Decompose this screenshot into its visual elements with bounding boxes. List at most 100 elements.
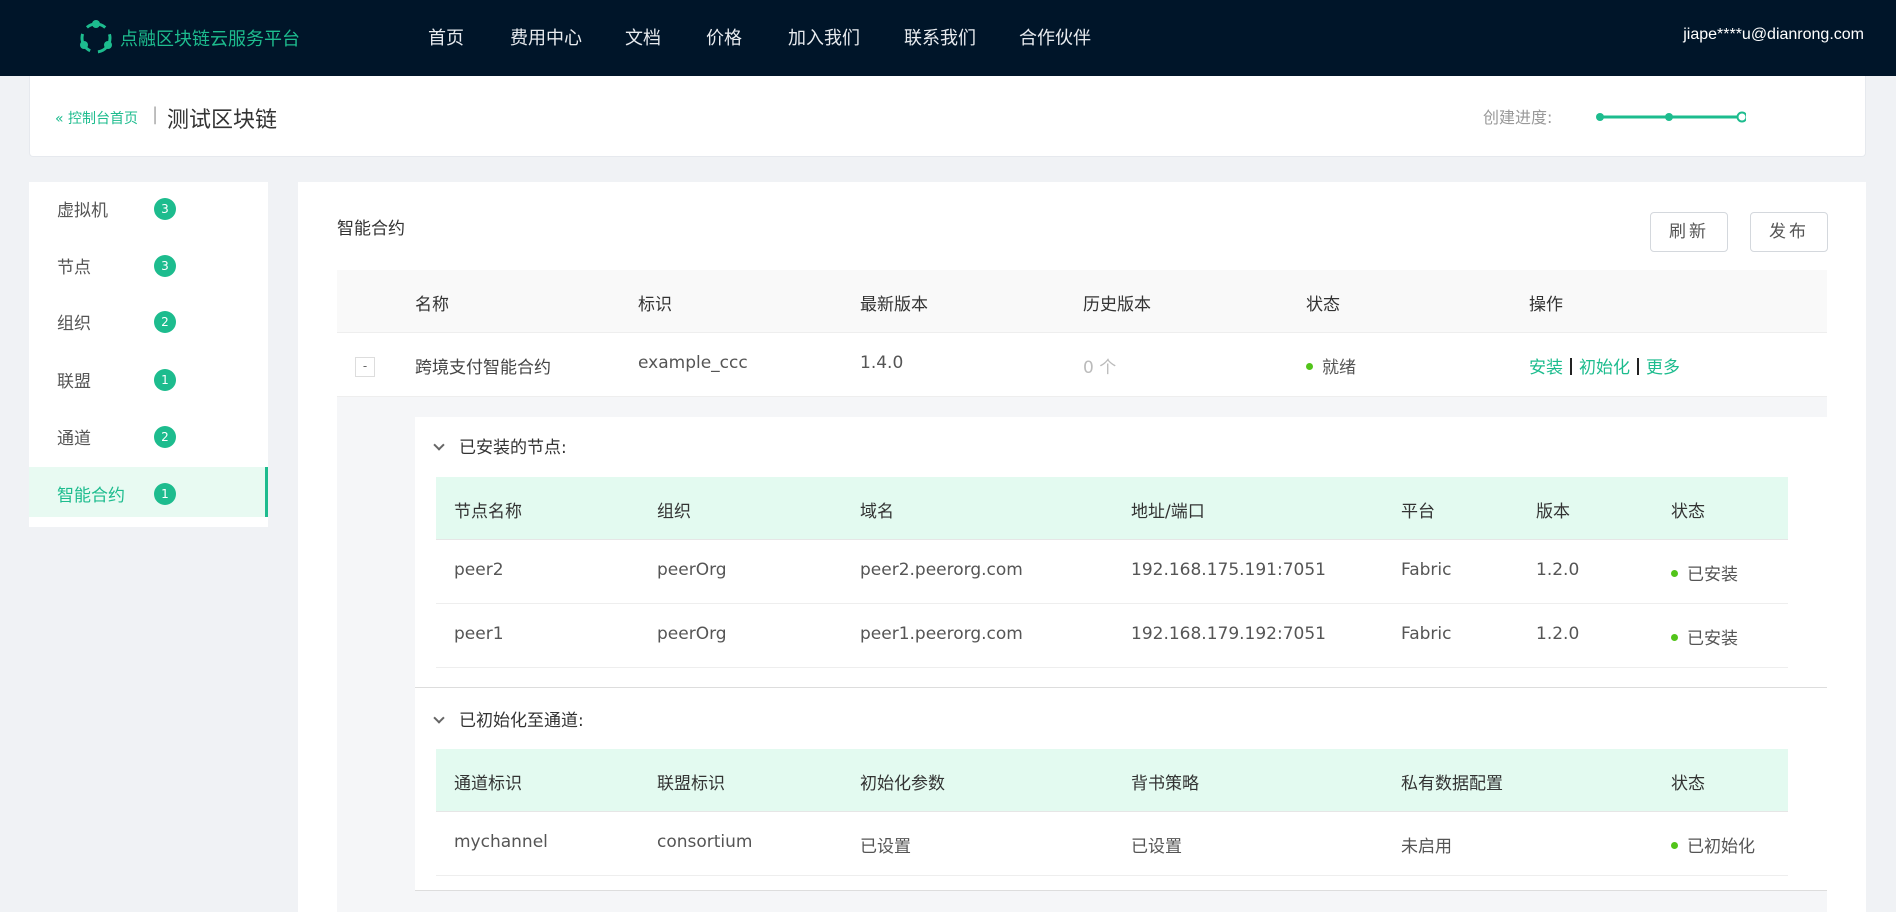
actions: 安装 初始化 更多: [1529, 353, 1680, 378]
status-text: 已安装: [1687, 629, 1738, 649]
table-row: - 跨境支付智能合约 example_ccc 1.4.0 0 个 就绪 安装 初始…: [337, 333, 1827, 397]
page-title: 测试区块链: [167, 108, 278, 133]
brand-name: 点融区块链云服务平台: [120, 29, 300, 50]
status-dot: [1306, 362, 1313, 370]
publish-button[interactable]: 发布: [1750, 212, 1828, 252]
more-link[interactable]: 更多: [1646, 358, 1680, 378]
status-text: 已初始化: [1687, 837, 1755, 857]
column-header: 历史版本: [1083, 295, 1151, 315]
node-domain: peer1.peerorg.com: [860, 624, 1023, 644]
column-header: 节点名称: [454, 502, 522, 522]
node-version: 1.2.0: [1536, 560, 1580, 580]
sidebar-item-orgs[interactable]: 组织 2: [29, 295, 268, 345]
nav-home[interactable]: 首页: [428, 24, 464, 50]
table-row: peer2 peerOrg peer2.peerorg.com 192.168.…: [436, 540, 1788, 604]
column-header: 组织: [657, 502, 691, 522]
node-org: peerOrg: [657, 624, 727, 644]
column-header: 操作: [1529, 295, 1563, 315]
back-to-console-label: 控制台首页: [68, 111, 139, 127]
section-title: 智能合约: [337, 219, 405, 239]
node-address: 192.168.179.192:7051: [1131, 624, 1326, 644]
contract-name: 跨境支付智能合约: [415, 358, 551, 378]
brand[interactable]: 点融区块链云服务平台: [76, 18, 300, 58]
count-badge: 3: [154, 198, 176, 220]
column-header: 状态: [1306, 295, 1340, 315]
column-header: 状态: [1671, 502, 1705, 522]
creation-progress-indicator: [1596, 111, 1746, 123]
node-version: 1.2.0: [1536, 624, 1580, 644]
nav-docs[interactable]: 文档: [625, 24, 661, 50]
breadcrumb: « 控制台首页 | 测试区块链 创建进度:: [29, 76, 1866, 157]
node-status: 已安装: [1671, 624, 1738, 649]
sidebar-item-channels[interactable]: 通道 2: [29, 410, 268, 460]
installed-nodes-header: 节点名称 组织 域名 地址/端口 平台 版本 状态: [436, 477, 1788, 540]
channel-status: 已初始化: [1671, 832, 1755, 857]
column-header: 标识: [638, 295, 672, 315]
status-text: 已安装: [1687, 565, 1738, 585]
status-text: 就绪: [1322, 358, 1356, 378]
status-dot: [1671, 841, 1678, 849]
status-dot: [1671, 633, 1678, 641]
installed-nodes-toggle[interactable]: 已安装的节点:: [433, 433, 567, 458]
chevron-down-icon: [433, 712, 445, 724]
top-nav: 点融区块链云服务平台 首页 费用中心 文档 价格 加入我们 联系我们 合作伙伴 …: [0, 0, 1896, 76]
sidebar-item-vm[interactable]: 虚拟机 3: [29, 182, 268, 232]
sidebar-item-label: 通道: [57, 429, 91, 449]
initialized-channels-toggle[interactable]: 已初始化至通道:: [433, 706, 584, 731]
user-account[interactable]: jiape****u@dianrong.com: [1683, 26, 1864, 44]
sidebar-item-label: 组织: [57, 314, 91, 334]
divider: [1570, 357, 1572, 375]
sidebar-item-label: 节点: [57, 258, 91, 278]
expanded-row-details: 已安装的节点: 节点名称 组织 域名 地址/端口 平台 版本 状态 peer2 …: [337, 397, 1827, 912]
count-badge: 2: [154, 426, 176, 448]
latest-version: 1.4.0: [860, 353, 904, 373]
node-domain: peer2.peerorg.com: [860, 560, 1023, 580]
node-status: 已安装: [1671, 560, 1738, 585]
progress-label: 创建进度:: [1483, 108, 1553, 127]
logo-icon: [80, 20, 112, 54]
nav-join-us[interactable]: 加入我们: [788, 24, 860, 50]
sidebar: 虚拟机 3 节点 3 组织 2 联盟 1 通道 2 智能合约 1: [29, 182, 268, 527]
count-badge: 1: [154, 369, 176, 391]
column-header: 版本: [1536, 502, 1570, 522]
consortium-id: consortium: [657, 832, 753, 852]
sidebar-item-label: 虚拟机: [57, 201, 108, 221]
sidebar-item-smart-contracts[interactable]: 智能合约 1: [29, 467, 268, 517]
count-badge: 3: [154, 255, 176, 277]
install-link[interactable]: 安装: [1529, 358, 1563, 378]
initialized-channels-heading: 已初始化至通道:: [459, 711, 584, 731]
column-header: 域名: [860, 502, 894, 522]
channels-header: 通道标识 联盟标识 初始化参数 背书策略 私有数据配置 状态: [436, 749, 1788, 812]
table-row: mychannel consortium 已设置 已设置 未启用 已初始化: [436, 812, 1788, 876]
status: 就绪: [1306, 353, 1356, 378]
column-header: 平台: [1401, 502, 1435, 522]
back-to-console-link[interactable]: « 控制台首页: [55, 108, 138, 128]
node-platform: Fabric: [1401, 560, 1452, 580]
initialized-channels-section: 已初始化至通道: 通道标识 联盟标识 初始化参数 背书策略 私有数据配置 状态 …: [415, 688, 1827, 891]
sidebar-item-consortium[interactable]: 联盟 1: [29, 353, 268, 403]
contract-id: example_ccc: [638, 353, 748, 373]
nav-partners[interactable]: 合作伙伴: [1019, 24, 1091, 50]
column-header: 地址/端口: [1131, 502, 1205, 522]
node-platform: Fabric: [1401, 624, 1452, 644]
count-badge: 2: [154, 311, 176, 333]
node-name: peer1: [454, 624, 504, 644]
column-header: 状态: [1671, 774, 1705, 794]
collapse-row-button[interactable]: -: [355, 357, 375, 377]
installed-nodes-heading: 已安装的节点:: [459, 438, 567, 458]
table-row: peer1 peerOrg peer1.peerorg.com 192.168.…: [436, 604, 1788, 668]
chevron-down-icon: [433, 439, 445, 451]
refresh-button[interactable]: 刷新: [1650, 212, 1728, 252]
nav-billing[interactable]: 费用中心: [510, 24, 582, 50]
count-badge: 1: [154, 483, 176, 505]
nav-contact[interactable]: 联系我们: [904, 24, 976, 50]
sidebar-item-label: 联盟: [57, 372, 91, 392]
endorsement-policy: 已设置: [1131, 837, 1182, 857]
init-params: 已设置: [860, 837, 911, 857]
nav-pricing[interactable]: 价格: [706, 24, 742, 50]
channel-id: mychannel: [454, 832, 548, 852]
initialize-link[interactable]: 初始化: [1579, 358, 1630, 378]
sidebar-item-nodes[interactable]: 节点 3: [29, 239, 268, 289]
sidebar-item-label: 智能合约: [57, 486, 125, 506]
breadcrumb-separator: |: [152, 104, 159, 125]
